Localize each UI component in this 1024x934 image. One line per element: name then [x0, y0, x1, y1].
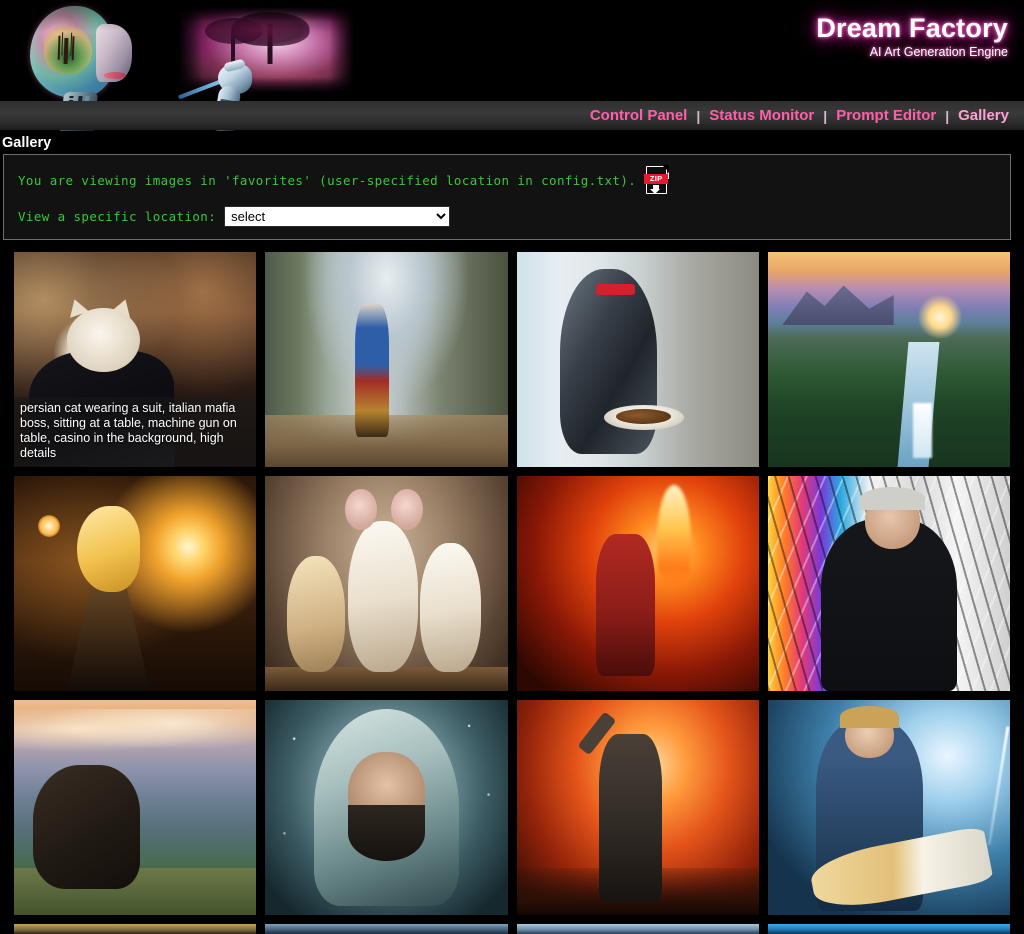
main-navigation: Control Panel | Status Monitor | Prompt …	[0, 101, 1024, 130]
gallery-tile-robot-chef-kitchen[interactable]	[516, 252, 759, 467]
gallery-tile-bearded-warrior-canyon[interactable]	[265, 252, 508, 467]
thumbnail-image	[14, 700, 257, 915]
mountain-range	[782, 285, 894, 326]
gallery-tile-canyon-waterfall-sunset[interactable]	[767, 252, 1010, 467]
nav-separator: |	[823, 107, 828, 124]
thumbnail-image	[516, 476, 759, 691]
thumbnail-image	[14, 924, 257, 934]
thumbnail-image	[767, 252, 1010, 467]
zip-label: ZIP	[644, 174, 669, 184]
zip-download-icon[interactable]: ZIP	[644, 165, 670, 194]
gallery-tile-partial-3[interactable]	[516, 924, 759, 934]
robot-visor	[596, 284, 636, 295]
location-row: View a specific location: select	[18, 206, 996, 227]
mouse-right	[420, 542, 481, 672]
thumbnail-image	[516, 252, 759, 467]
gallery-tile-black-beast-mountains[interactable]	[14, 700, 257, 915]
sorceress-hair	[76, 506, 140, 593]
gallery-tile-robed-prophet-fire[interactable]	[516, 700, 759, 915]
mouse-ear-left	[345, 488, 377, 530]
nav-separator: |	[696, 107, 701, 124]
brain-tree-shape	[44, 26, 92, 74]
zip-corner-fold	[662, 165, 670, 179]
gallery-tile-partial-2[interactable]	[265, 924, 508, 934]
food-plate	[603, 404, 684, 431]
nav-item-prompt-editor[interactable]: Prompt Editor	[836, 107, 936, 124]
thumbnail-image	[516, 924, 759, 934]
sorceress-gown	[67, 579, 150, 691]
gallery-tile-fire-dancer-woman[interactable]	[516, 476, 759, 691]
gallery-tile-persian-cat-mafia-boss[interactable]: persian cat wearing a suit, italian mafi…	[14, 252, 257, 467]
app-title: Dream Factory	[816, 13, 1008, 43]
gallery-info-panel: You are viewing images in 'favorites' (u…	[3, 154, 1011, 240]
cyborg-lips-shape	[104, 72, 126, 79]
app-subtitle: AI Art Generation Engine	[869, 45, 1008, 60]
thumbnail-image	[265, 476, 508, 691]
painter-hair	[859, 486, 926, 511]
mouse-left	[287, 555, 346, 672]
fire-dancer-figure	[596, 534, 655, 676]
gallery-tile-guitarist-lightning[interactable]	[767, 700, 1010, 915]
gallery-tile-painter-artist-studio[interactable]	[767, 476, 1010, 691]
flame-plume	[657, 484, 691, 597]
thumbnail-image	[14, 476, 257, 691]
sunset-clouds	[14, 708, 257, 756]
mouse-center	[347, 521, 418, 672]
waterfall	[913, 402, 933, 459]
brand-block: Dream Factory AI Art Generation Engine	[816, 13, 1008, 60]
cat-head	[67, 307, 140, 373]
magic-orb	[38, 514, 61, 537]
zip-down-arrow	[650, 185, 661, 194]
thumbnail-image	[265, 700, 508, 915]
nav-item-status-monitor[interactable]: Status Monitor	[709, 107, 814, 124]
thumbnail-image	[516, 700, 759, 915]
sun-glow	[917, 295, 962, 339]
knight-beard	[347, 805, 426, 862]
gallery-tile-partial-4[interactable]	[767, 924, 1010, 934]
guitarist-hair	[840, 706, 899, 728]
tile-caption: persian cat wearing a suit, italian mafi…	[14, 397, 257, 467]
gallery-tile-three-standing-mice[interactable]	[265, 476, 508, 691]
nav-separator: |	[945, 107, 950, 124]
status-line: You are viewing images in 'favorites' (u…	[18, 165, 996, 194]
status-text: You are viewing images in 'favorites' (u…	[18, 172, 637, 188]
nav-item-control-panel[interactable]: Control Panel	[590, 107, 688, 124]
lightning-bolt	[987, 726, 1010, 846]
page-title: Gallery	[2, 135, 52, 151]
location-label: View a specific location:	[18, 209, 217, 224]
gallery-tile-partial-1[interactable]	[14, 924, 257, 934]
prophet-figure	[598, 734, 662, 903]
thumbnail-image	[767, 924, 1010, 934]
thumbnail-image	[265, 924, 508, 934]
gallery-tile-hooded-knight-portrait[interactable]	[265, 700, 508, 915]
thumbnail-image	[265, 252, 508, 467]
thumbnail-image	[767, 700, 1010, 915]
gallery-tile-golden-sorceress-light[interactable]	[14, 476, 257, 691]
app-header: Dream Factory AI Art Generation Engine C…	[0, 0, 1024, 131]
mouse-ear-right	[391, 488, 423, 530]
beast-body	[33, 764, 140, 890]
location-select[interactable]: select	[224, 206, 451, 227]
warrior-figure	[354, 303, 389, 437]
gallery-grid: persian cat wearing a suit, italian mafi…	[0, 252, 1024, 934]
nav-item-gallery[interactable]: Gallery	[958, 107, 1009, 124]
thumbnail-image	[767, 476, 1010, 691]
